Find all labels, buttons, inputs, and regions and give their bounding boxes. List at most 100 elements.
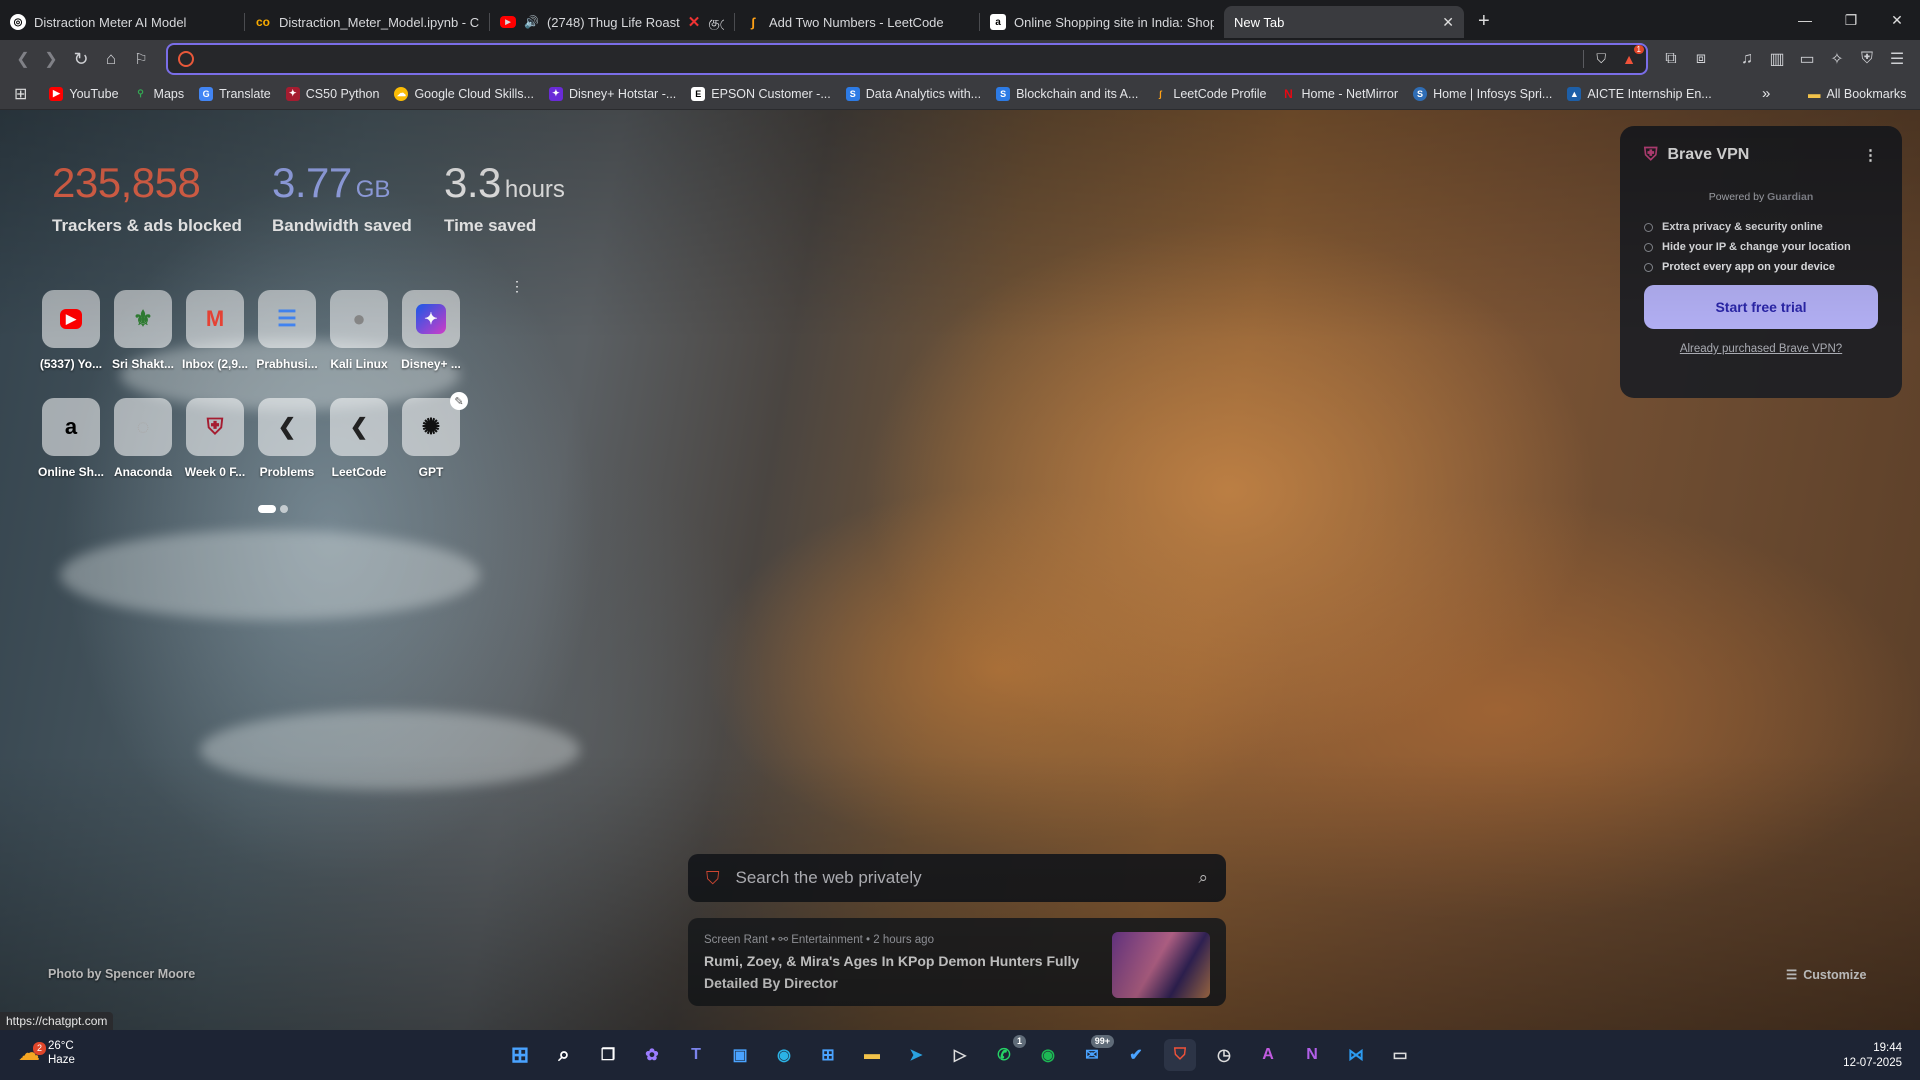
vscode-icon[interactable]: ⋈	[1340, 1039, 1372, 1071]
photo-credit[interactable]: Photo by Spencer Moore	[48, 967, 195, 981]
tab-2[interactable]: ▶ 🔊 (2748) Thug Life Roast ✕ குமு	[490, 6, 734, 38]
photos-app-icon[interactable]: ▣	[724, 1039, 756, 1071]
amazon-icon: a	[42, 398, 100, 456]
weather-widget[interactable]: ☁ 2 26°C Haze	[18, 1039, 75, 1067]
home-button[interactable]: ⌂	[96, 44, 126, 74]
media-music-icon[interactable]: ♫	[1732, 40, 1762, 78]
search-engine-icon[interactable]	[178, 51, 194, 67]
minimize-button[interactable]: —	[1782, 0, 1828, 40]
copilot-icon[interactable]: ✿	[636, 1039, 668, 1071]
search-box[interactable]: ⛉ ⌕	[688, 854, 1226, 902]
todo-icon[interactable]: ✔	[1120, 1039, 1152, 1071]
telegram-icon[interactable]: ➤	[900, 1039, 932, 1071]
wallet-icon[interactable]: ▭	[1792, 40, 1822, 78]
whatsapp-icon[interactable]: ✆ 1	[988, 1035, 1026, 1071]
tab-1[interactable]: co Distraction_Meter_Model.ipynb - Col	[245, 6, 489, 38]
wallet-screenshot-icon[interactable]: ⧈	[1686, 40, 1716, 78]
address-input[interactable]	[204, 51, 1584, 67]
extensions-icon[interactable]: ⧉	[1656, 40, 1686, 78]
affinity-icon[interactable]: A	[1252, 1039, 1284, 1071]
top-site-kali[interactable]: ● Kali Linux	[324, 290, 394, 371]
top-site-harvard[interactable]: ⛨ Week 0 F...	[180, 398, 250, 479]
menu-hamburger-icon[interactable]: ☰	[1882, 40, 1912, 78]
bookmark-label: YouTube	[69, 86, 119, 101]
bookmark-leetcode-profile[interactable]: ʃ LeetCode Profile	[1153, 87, 1267, 101]
news-card[interactable]: Screen Rant • ⚯ Entertainment • 2 hours …	[688, 918, 1226, 1006]
system-clock[interactable]: 19:44 12-07-2025	[1843, 1041, 1902, 1071]
address-bar[interactable]: ⛉ ▲ 1	[166, 43, 1648, 75]
pager-dot-active[interactable]	[258, 505, 276, 513]
already-purchased-link[interactable]: Already purchased Brave VPN?	[1644, 343, 1878, 355]
search-icon[interactable]: ⌕	[548, 1039, 580, 1071]
close-tab-icon[interactable]: ✕	[1442, 14, 1454, 31]
bookmark-epson[interactable]: E EPSON Customer -...	[691, 86, 831, 101]
bookmarks-overflow-button[interactable]: »	[1762, 85, 1770, 102]
bookmark-cs50[interactable]: ✦ CS50 Python	[285, 86, 379, 101]
forward-button[interactable]: ❯	[36, 44, 66, 74]
store-icon[interactable]: ⊞	[812, 1039, 844, 1071]
file-explorer-icon[interactable]: ▬	[856, 1039, 888, 1071]
bookmark-netmirror[interactable]: N Home - NetMirror	[1282, 87, 1398, 101]
start-free-trial-button[interactable]: Start free trial	[1644, 285, 1878, 329]
new-tab-button[interactable]: +	[1478, 10, 1490, 33]
tab-4[interactable]: a Online Shopping site in India: Shop C	[980, 6, 1224, 38]
edge-icon[interactable]: ◉	[768, 1039, 800, 1071]
top-site-amazon[interactable]: a Online Sh...	[36, 398, 106, 479]
top-site-disney[interactable]: ✦ Disney+ ...	[396, 290, 466, 371]
top-site-anaconda[interactable]: ◌ Anaconda	[108, 398, 178, 479]
tile-menu-icon[interactable]: ⋮	[510, 278, 524, 295]
all-bookmarks-folder[interactable]: ▬ All Bookmarks	[1808, 87, 1906, 101]
start-button[interactable]: ⊞	[504, 1039, 536, 1071]
edit-pencil-icon[interactable]: ✎	[450, 392, 468, 410]
top-site-youtube[interactable]: ▶ (5337) Yo...	[36, 290, 106, 371]
bookmark-infosys[interactable]: S Home | Infosys Spri...	[1413, 86, 1552, 101]
bookmark-aicte[interactable]: ▲ AICTE Internship En...	[1567, 86, 1712, 101]
bookmark-hotstar[interactable]: ✦ Disney+ Hotstar -...	[548, 86, 676, 101]
teams-icon[interactable]: T	[680, 1039, 712, 1071]
news-headline[interactable]: Rumi, Zoey, & Mira's Ages In KPop Demon …	[704, 950, 1084, 994]
brave-shields-icon[interactable]: ⛉	[1596, 51, 1606, 67]
top-site-leetcode[interactable]: ❮ LeetCode	[324, 398, 394, 479]
mail-icon[interactable]: ✉ 99+	[1076, 1035, 1114, 1071]
close-window-button[interactable]: ✕	[1874, 0, 1920, 40]
bookmark-google-cloud[interactable]: ☁ Google Cloud Skills...	[394, 86, 534, 101]
vpn-shield-icon[interactable]: ⛨	[1852, 40, 1882, 78]
top-site-sri-shakthi[interactable]: ⚜ Sri Shakt...	[108, 290, 178, 371]
customize-button[interactable]: ☰ Customize	[1786, 967, 1866, 983]
onenote-icon[interactable]: N	[1296, 1039, 1328, 1071]
bookmark-data-analytics[interactable]: S Data Analytics with...	[845, 86, 981, 101]
spotify-icon[interactable]: ◉	[1032, 1039, 1064, 1071]
windows-taskbar: ☁ 2 26°C Haze ⊞ ⌕ ❐ ✿ T ▣ ◉ ⊞ ▬ ➤ ▷ ✆ 1 ◉ ✉…	[0, 1030, 1920, 1080]
apps-grid-icon[interactable]: ⊞	[14, 84, 27, 104]
tab-0[interactable]: ◎ Distraction Meter AI Model	[0, 6, 244, 38]
back-button[interactable]: ❮	[8, 44, 38, 74]
task-view-icon[interactable]: ❐	[592, 1039, 624, 1071]
brave-rewards-icon[interactable]: ▲ 1	[1622, 45, 1644, 67]
top-site-problems[interactable]: ❮ Problems	[252, 398, 322, 479]
leo-ai-icon[interactable]: ✧	[1822, 40, 1852, 78]
reload-button[interactable]: ↻	[66, 44, 96, 74]
media-player-icon[interactable]: ▷	[944, 1039, 976, 1071]
more-options-icon[interactable]: ⋮	[1863, 146, 1878, 164]
audio-playing-icon[interactable]: 🔊	[524, 15, 539, 29]
restore-button[interactable]: ❐	[1828, 0, 1874, 40]
tab-5-active[interactable]: New Tab ✕	[1224, 6, 1464, 38]
top-site-gpt[interactable]: ✺ GPT ✎	[396, 392, 468, 479]
top-site-docs[interactable]: ☰ Prabhusi...	[252, 290, 322, 371]
bookmark-maps[interactable]: ⚲ Maps	[134, 87, 184, 101]
search-icon[interactable]: ⌕	[1198, 868, 1208, 888]
weather-condition: Haze	[48, 1054, 75, 1066]
search-input[interactable]	[735, 868, 1183, 888]
pager-dot[interactable]	[280, 505, 288, 513]
news-thumbnail[interactable]	[1112, 932, 1210, 998]
sidebar-icon[interactable]: ▥	[1762, 40, 1792, 78]
bookmark-youtube[interactable]: ▶ YouTube	[49, 86, 119, 101]
bookmark-blockchain[interactable]: S Blockchain and its A...	[996, 86, 1138, 101]
terminal-icon[interactable]: ▭	[1384, 1039, 1416, 1071]
top-site-gmail[interactable]: M Inbox (2,9...	[180, 290, 250, 371]
tab-3[interactable]: ʃ Add Two Numbers - LeetCode	[735, 6, 979, 38]
bookmark-button[interactable]: ⚐	[126, 44, 156, 74]
clock-app-icon[interactable]: ◷	[1208, 1039, 1240, 1071]
brave-browser-icon[interactable]: ⛉	[1164, 1039, 1196, 1071]
bookmark-translate[interactable]: G Translate	[199, 86, 271, 101]
